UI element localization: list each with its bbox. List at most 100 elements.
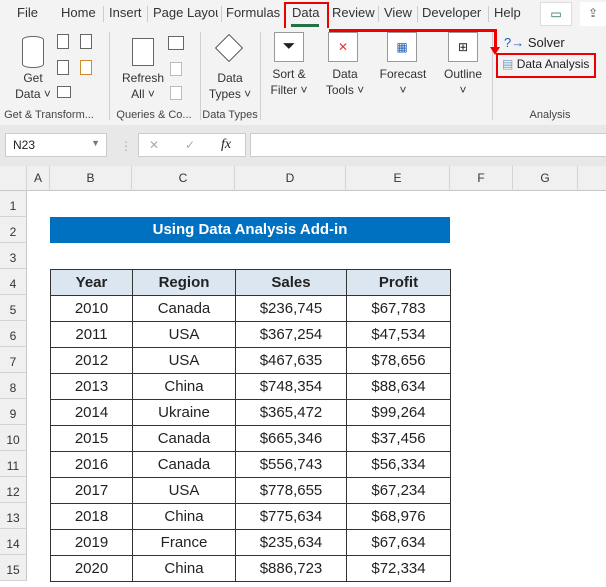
select-all-button[interactable] [0,166,27,191]
cell-sales[interactable]: $556,743 [235,451,347,478]
cell-region[interactable]: USA [132,347,236,374]
cell-profit[interactable]: $37,456 [346,425,451,452]
cell-year[interactable]: 2017 [50,477,133,504]
tab-insert[interactable]: Insert [109,5,142,20]
table-range-icon[interactable] [57,86,71,98]
formula-input[interactable] [250,133,606,157]
cell-year[interactable]: 2019 [50,529,133,556]
cell-year[interactable]: 2010 [50,295,133,322]
refresh-all-button[interactable]: Refresh All ˅ [118,70,168,102]
header-sales[interactable]: Sales [235,269,347,296]
row-header[interactable]: 9 [0,399,27,425]
cell-sales[interactable]: $775,634 [235,503,347,530]
tab-file[interactable]: File [17,5,38,20]
sort-filter-button[interactable]: ⏷ Sort & Filter ˅ [262,28,316,123]
cell-region[interactable]: China [132,555,236,582]
cell-profit[interactable]: $68,976 [346,503,451,530]
cell-sales[interactable]: $665,346 [235,425,347,452]
column-header[interactable]: D [235,166,346,191]
cell-region[interactable]: France [132,529,236,556]
row-header[interactable]: 15 [0,555,27,581]
tab-developer[interactable]: Developer [422,5,481,20]
row-header[interactable]: 3 [0,243,27,269]
column-header[interactable]: B [50,166,132,191]
cell-region[interactable]: China [132,373,236,400]
cell-year[interactable]: 2013 [50,373,133,400]
row-header[interactable]: 13 [0,503,27,529]
row-header[interactable]: 8 [0,373,27,399]
cell-sales[interactable]: $467,635 [235,347,347,374]
cell-sales[interactable]: $235,634 [235,529,347,556]
share-icon[interactable]: ⇪ [580,2,606,26]
cell-profit[interactable]: $67,783 [346,295,451,322]
cell-region[interactable]: USA [132,321,236,348]
cell-profit[interactable]: $99,264 [346,399,451,426]
forecast-button[interactable]: ▦ Forecast ˅ [375,28,431,123]
header-year[interactable]: Year [50,269,133,296]
tab-formulas[interactable]: Formulas [226,5,280,20]
tab-help[interactable]: Help [494,5,521,20]
cell-region[interactable]: Canada [132,295,236,322]
insert-function-icon[interactable]: fx [221,137,231,153]
cell-sales[interactable]: $236,745 [235,295,347,322]
data-tools-button[interactable]: ✕ Data Tools ˅ [318,28,372,123]
text-csv-icon[interactable] [57,34,69,49]
cell-profit[interactable]: $88,634 [346,373,451,400]
cell-sales[interactable]: $367,254 [235,321,347,348]
row-header[interactable]: 5 [0,295,27,321]
row-header[interactable]: 11 [0,451,27,477]
tab-page-layout[interactable]: Page Layout [153,5,218,20]
cell-region[interactable]: Canada [132,425,236,452]
cell-profit[interactable]: $56,334 [346,451,451,478]
row-header[interactable]: 10 [0,425,27,451]
comments-icon[interactable]: ▭ [540,2,572,26]
recent-sources-icon[interactable] [80,34,92,49]
cell-year[interactable]: 2015 [50,425,133,452]
tab-home[interactable]: Home [61,5,96,20]
cell-year[interactable]: 2020 [50,555,133,582]
cell-profit[interactable]: $78,656 [346,347,451,374]
row-header[interactable]: 7 [0,347,27,373]
header-region[interactable]: Region [132,269,236,296]
cell-profit[interactable]: $47,534 [346,321,451,348]
cell-region[interactable]: Ukraine [132,399,236,426]
web-icon[interactable] [57,60,69,75]
name-box[interactable]: N23 ▼ [5,133,107,157]
cell-sales[interactable]: $886,723 [235,555,347,582]
column-header[interactable]: C [132,166,235,191]
cell-year[interactable]: 2011 [50,321,133,348]
row-header[interactable]: 6 [0,321,27,347]
cell-region[interactable]: China [132,503,236,530]
cell-profit[interactable]: $67,634 [346,529,451,556]
row-header[interactable]: 4 [0,269,27,295]
tab-review[interactable]: Review [332,5,375,20]
cancel-icon[interactable]: ✕ [149,138,159,152]
cell-sales[interactable]: $748,354 [235,373,347,400]
cell-year[interactable]: 2014 [50,399,133,426]
cell-region[interactable]: Canada [132,451,236,478]
queries-connections-icon[interactable] [168,36,184,50]
header-profit[interactable]: Profit [346,269,451,296]
cell-year[interactable]: 2018 [50,503,133,530]
cell-profit[interactable]: $72,334 [346,555,451,582]
column-header[interactable]: E [346,166,450,191]
cell-sales[interactable]: $365,472 [235,399,347,426]
row-header[interactable]: 2 [0,217,27,243]
enter-icon[interactable]: ✓ [185,138,195,152]
row-header[interactable]: 12 [0,477,27,503]
data-types-button[interactable]: Data Types ˅ [201,70,259,102]
cell-region[interactable]: USA [132,477,236,504]
tab-view[interactable]: View [384,5,412,20]
column-header[interactable]: F [450,166,513,191]
cell-sales[interactable]: $778,655 [235,477,347,504]
column-header[interactable]: G [513,166,578,191]
get-data-button[interactable]: Get Data ˅ [10,70,56,102]
cell-profit[interactable]: $67,234 [346,477,451,504]
solver-button[interactable]: ?→ Solver [504,35,565,50]
column-header[interactable]: A [27,166,50,191]
cell-year[interactable]: 2012 [50,347,133,374]
existing-connections-icon[interactable] [80,60,92,75]
row-header[interactable]: 1 [0,191,27,217]
outline-button[interactable]: ⊞ Outline ˅ [436,28,490,123]
row-header[interactable]: 14 [0,529,27,555]
